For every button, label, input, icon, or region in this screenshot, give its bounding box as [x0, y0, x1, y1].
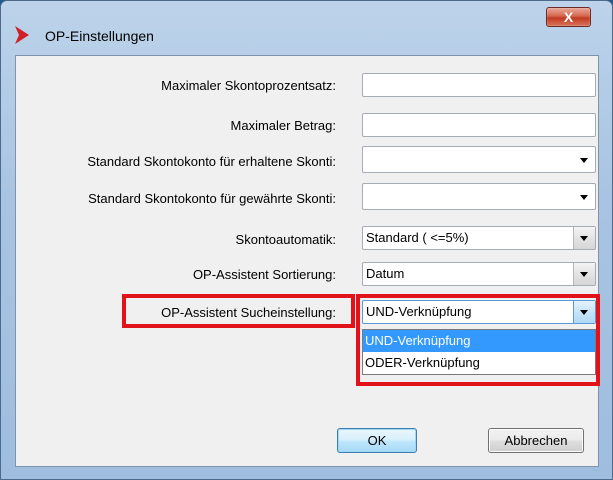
- skontoautomatik-value: Standard ( <=5%): [366, 230, 469, 245]
- label-highlight-box: [122, 294, 355, 328]
- skontoautomatik-label: Skontoautomatik:: [235, 232, 336, 247]
- skonto-gewaehrt-combo[interactable]: [362, 183, 596, 210]
- skontoautomatik-combo[interactable]: Standard ( <=5%): [362, 226, 596, 250]
- skontoautomatik-dropdown-button[interactable]: [573, 227, 595, 249]
- dialog-client-area: Maximaler Skontoprozentsatz: Maximaler B…: [15, 55, 600, 467]
- max-skonto-input[interactable]: [362, 73, 596, 97]
- dropdown-highlight-box: [356, 294, 600, 386]
- max-betrag-label: Maximaler Betrag:: [230, 118, 336, 133]
- red-chevron-icon: [15, 26, 29, 44]
- title-bar[interactable]: OP-Einstellungen X: [1, 1, 612, 55]
- skonto-erhalten-label: Standard Skontokonto für erhaltene Skont…: [87, 154, 336, 169]
- max-skonto-label: Maximaler Skontoprozentsatz:: [161, 78, 336, 93]
- window-frame-bottom: [1, 467, 612, 479]
- close-button[interactable]: X: [546, 7, 591, 27]
- window-title: OP-Einstellungen: [45, 28, 154, 44]
- chevron-down-icon[interactable]: [580, 195, 588, 200]
- ok-button[interactable]: OK: [337, 428, 417, 453]
- sortierung-dropdown-button[interactable]: [573, 263, 595, 285]
- sortierung-label: OP-Assistent Sortierung:: [192, 267, 336, 282]
- chevron-down-icon: [580, 236, 588, 241]
- chevron-down-icon: [580, 272, 588, 277]
- max-betrag-input[interactable]: [362, 113, 596, 137]
- sortierung-combo[interactable]: Datum: [362, 262, 596, 286]
- sortierung-value: Datum: [366, 266, 405, 281]
- chevron-down-icon[interactable]: [580, 158, 588, 163]
- dialog-window: OP-Einstellungen X Maximaler Skontoproze…: [0, 0, 613, 480]
- skonto-erhalten-combo[interactable]: [362, 146, 596, 173]
- skonto-gewaehrt-label: Standard Skontokonto für gewährte Skonti…: [88, 191, 336, 206]
- cancel-button[interactable]: Abbrechen: [488, 428, 584, 453]
